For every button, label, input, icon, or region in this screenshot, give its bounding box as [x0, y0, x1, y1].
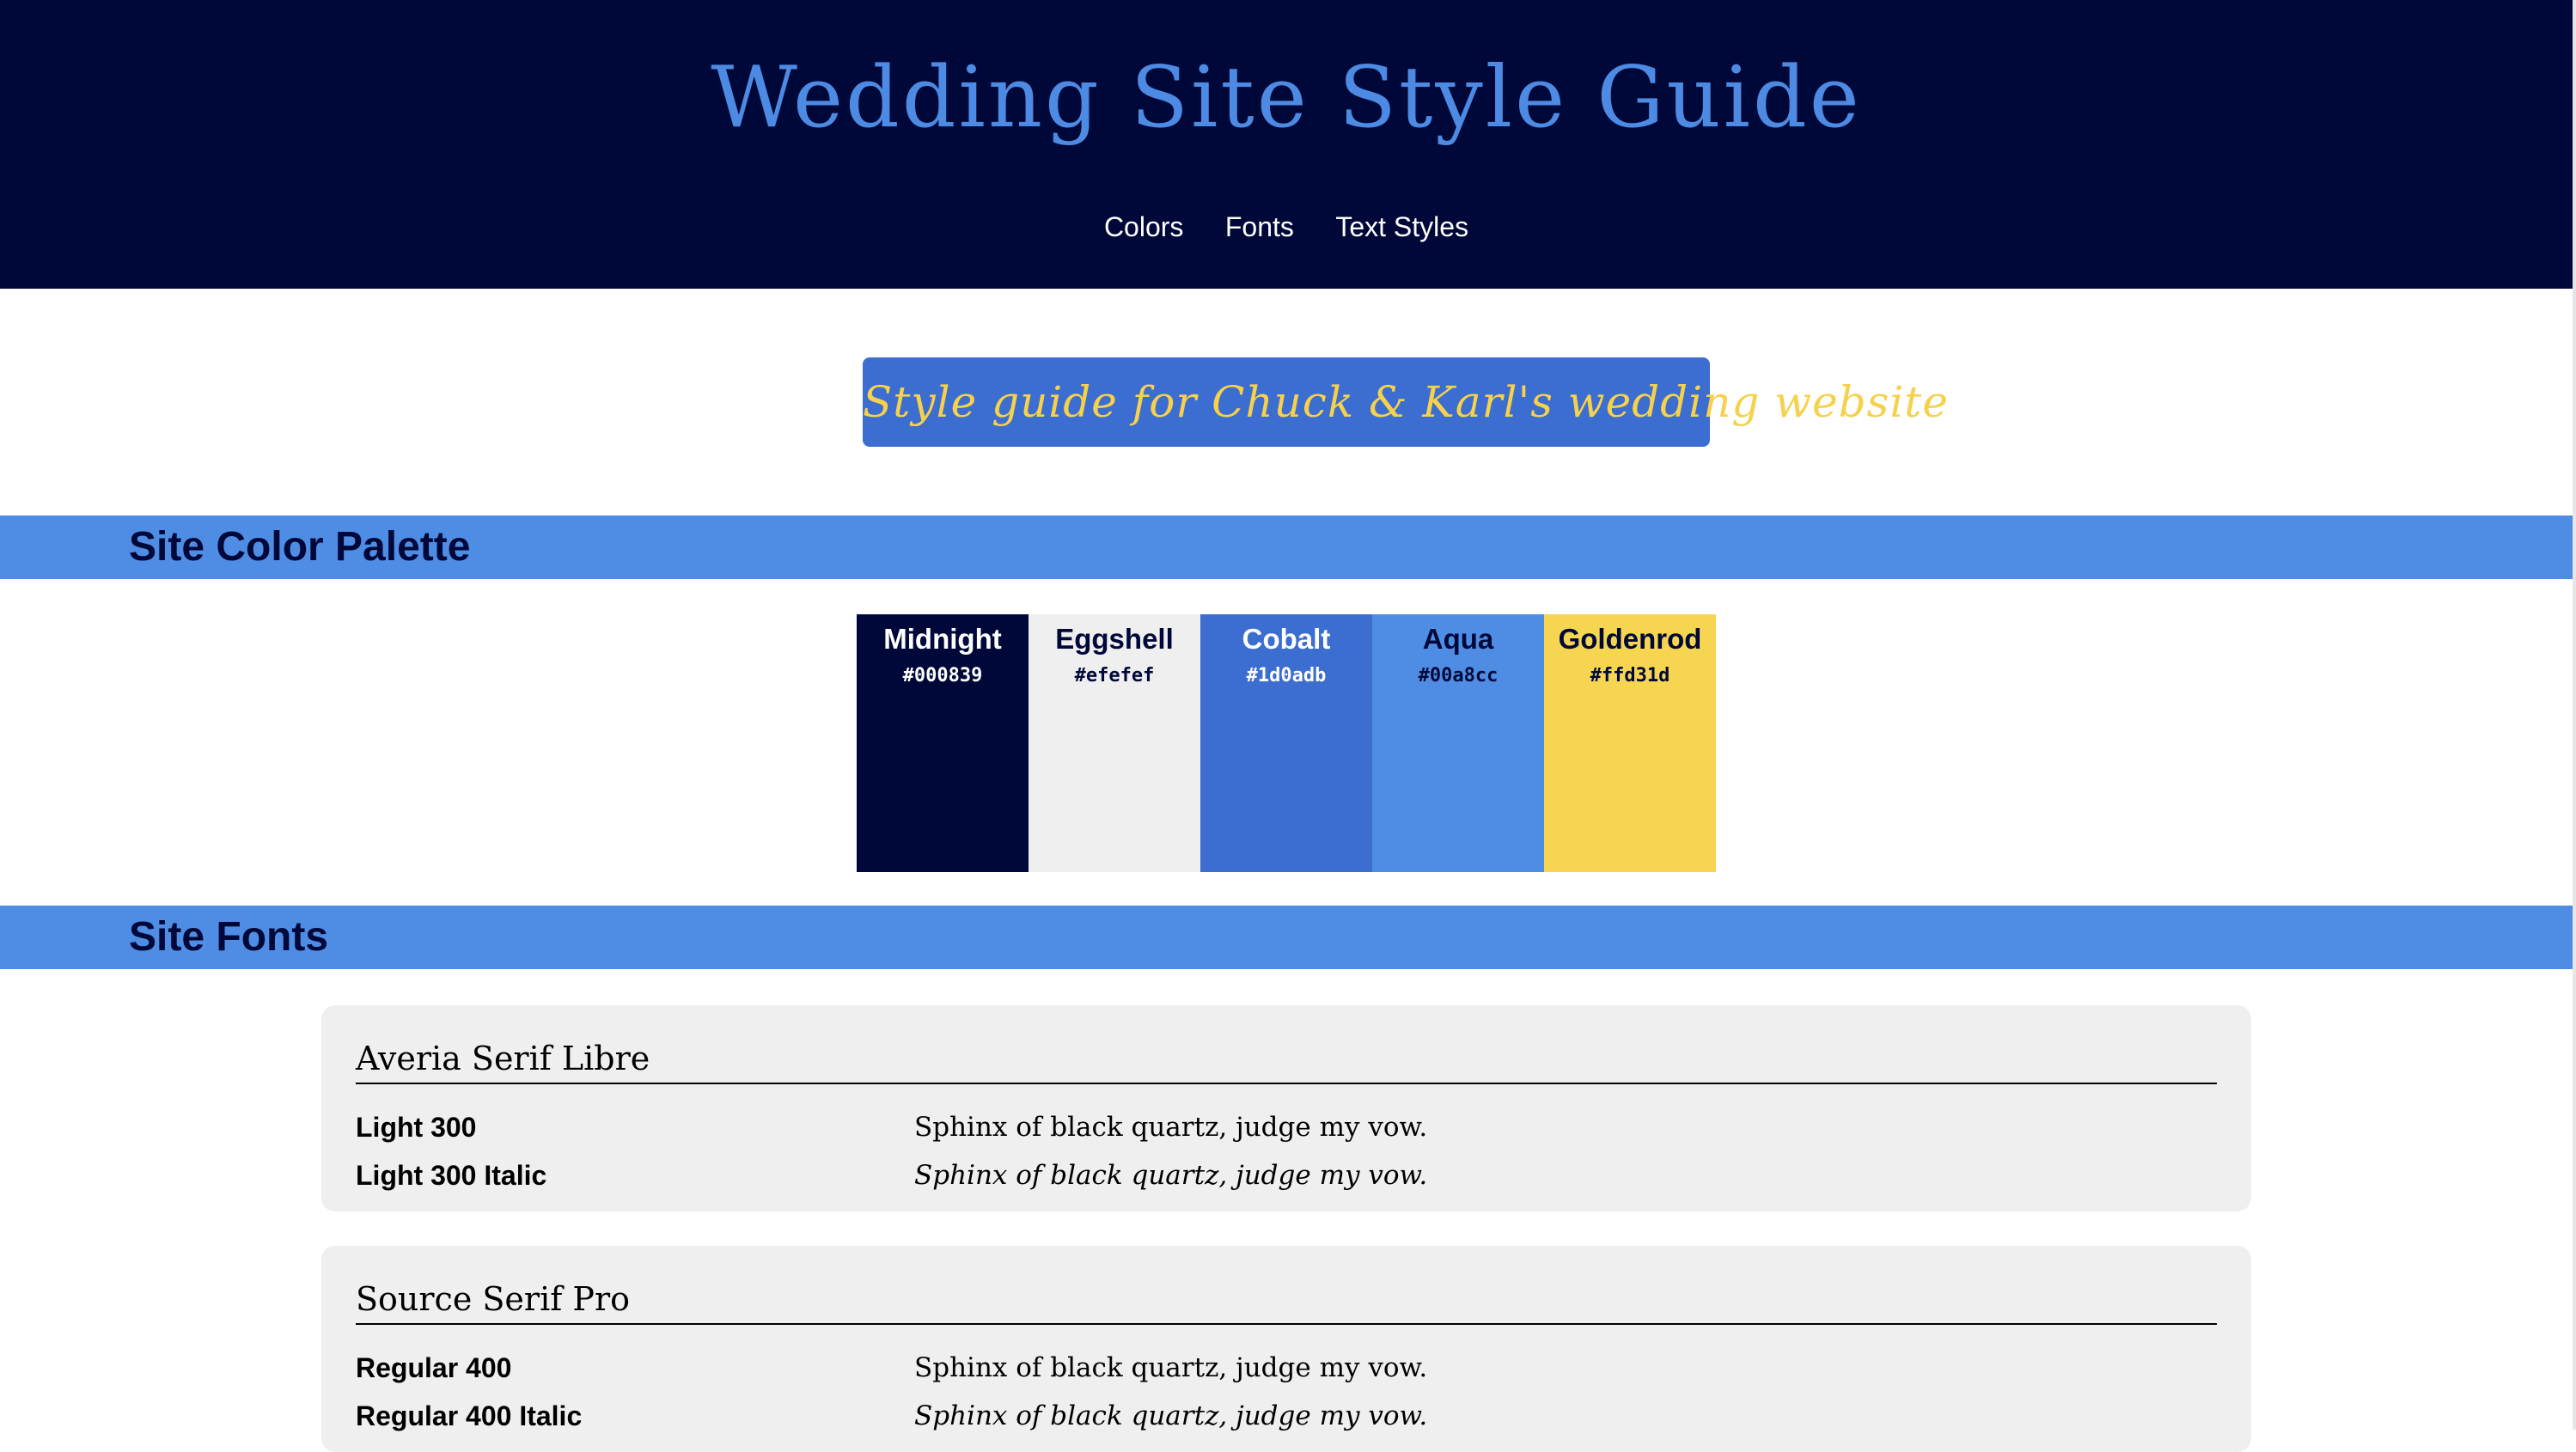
swatch-name: Aqua	[1422, 623, 1494, 655]
swatch-hex: #00a8cc	[1418, 665, 1499, 686]
font-style-label: Light 300	[356, 1112, 477, 1143]
font-sample-text: Sphinx of black quartz, judge my vow.	[914, 1112, 1428, 1143]
font-family-name: Averia Serif Libre	[356, 1034, 2217, 1084]
font-sample-text: Sphinx of black quartz, judge my vow.	[914, 1352, 1428, 1383]
font-card-source-serif: Source Serif Pro Regular 400 Sphinx of b…	[321, 1246, 2251, 1452]
swatch-midnight: Midnight #000839	[857, 614, 1029, 872]
font-style-row: Light 300 Italic Sphinx of black quartz,…	[356, 1151, 2217, 1199]
main-nav: Colors Fonts Text Styles	[0, 203, 2573, 251]
font-style-row: Light 300 Sphinx of black quartz, judge …	[356, 1103, 2217, 1151]
swatch-hex: #1d0adb	[1246, 665, 1327, 686]
swatch-name: Midnight	[883, 623, 1002, 655]
nav-link-text-styles[interactable]: Text Styles	[1335, 203, 1468, 251]
font-style-label: Light 300 Italic	[356, 1160, 547, 1191]
swatch-goldenrod: Goldenrod #ffd31d	[1544, 614, 1716, 872]
font-sample-text: Sphinx of black quartz, judge my vow.	[914, 1160, 1428, 1191]
tagline-banner: Style guide for Chuck & Karl's wedding w…	[863, 357, 1948, 447]
section-title-fonts: Site Fonts	[129, 914, 329, 960]
swatch-hex: #ffd31d	[1590, 665, 1670, 686]
swatch-cobalt: Cobalt #1d0adb	[1200, 614, 1372, 872]
page-scrollbar[interactable]	[2573, 0, 2576, 1430]
swatch-aqua: Aqua #00a8cc	[1372, 614, 1544, 872]
swatch-name: Eggshell	[1055, 623, 1174, 655]
swatch-name: Cobalt	[1242, 623, 1331, 655]
section-header-palette: Site Color Palette	[0, 516, 2573, 579]
section-header-fonts: Site Fonts	[0, 906, 2573, 969]
font-style-row: Regular 400 Sphinx of black quartz, judg…	[356, 1344, 2217, 1392]
color-palette: Midnight #000839 Eggshell #efefef Cobalt…	[857, 614, 1716, 872]
site-header: Wedding Site Style Guide Colors Fonts Te…	[0, 0, 2573, 289]
section-title-palette: Site Color Palette	[129, 524, 471, 570]
font-style-label: Regular 400 Italic	[356, 1400, 583, 1431]
site-title: Wedding Site Style Guide	[711, 49, 1862, 147]
nav-link-colors[interactable]: Colors	[1104, 203, 1183, 251]
swatch-hex: #efefef	[1074, 665, 1155, 686]
font-family-name: Source Serif Pro	[356, 1275, 2217, 1325]
swatch-name: Goldenrod	[1558, 623, 1702, 655]
swatch-hex: #000839	[902, 665, 983, 686]
font-style-label: Regular 400	[356, 1352, 512, 1383]
swatch-eggshell: Eggshell #efefef	[1029, 614, 1200, 872]
font-style-row: Regular 400 Italic Sphinx of black quart…	[356, 1392, 2217, 1440]
font-card-averia: Averia Serif Libre Light 300 Sphinx of b…	[321, 1005, 2251, 1211]
nav-link-fonts[interactable]: Fonts	[1225, 203, 1294, 251]
font-sample-text: Sphinx of black quartz, judge my vow.	[914, 1400, 1428, 1431]
